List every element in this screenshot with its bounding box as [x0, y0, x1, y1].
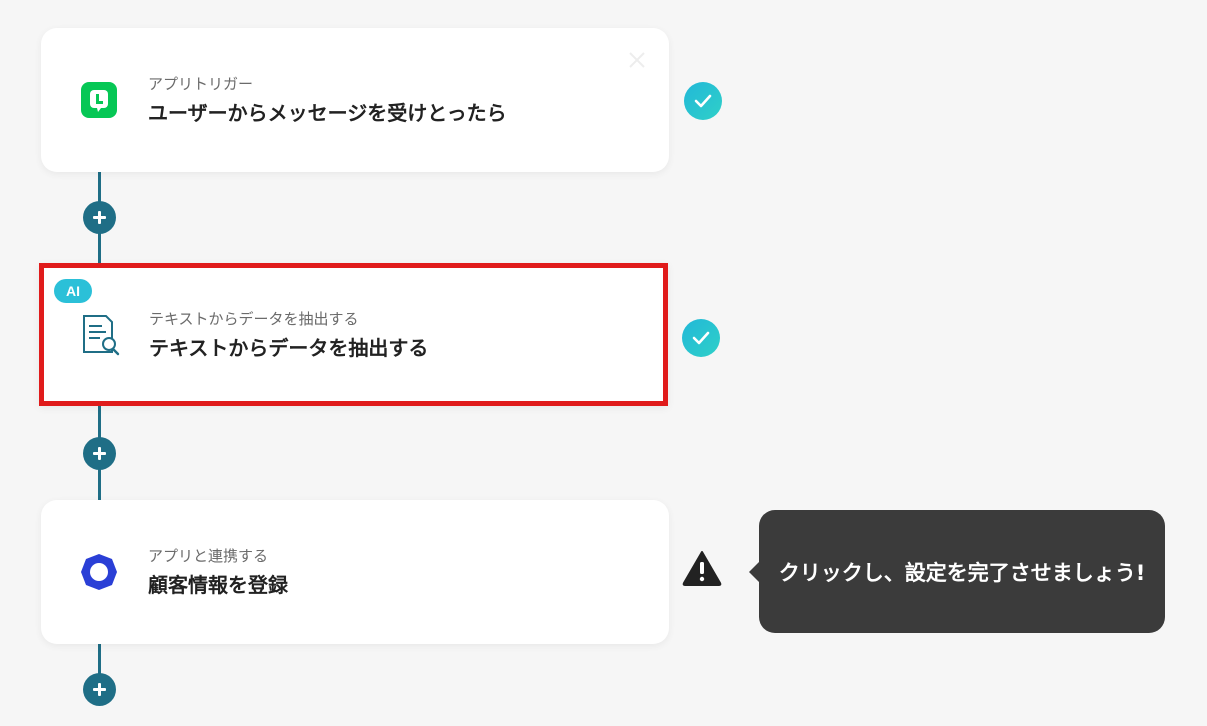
check-icon	[684, 82, 722, 120]
plus-icon	[93, 447, 106, 460]
step-card-ai-extract[interactable]: AI テキストからデータを抽出する テキストからデータを抽出する	[39, 263, 668, 406]
step-card-trigger[interactable]: アプリトリガー ユーザーからメッセージを受けとったら	[41, 28, 669, 172]
ai-badge: AI	[54, 279, 92, 303]
setup-tooltip: クリックし、設定を完了させましょう!	[759, 510, 1165, 633]
step-title: 顧客情報を登録	[148, 573, 288, 597]
check-icon	[682, 319, 720, 357]
close-icon[interactable]	[627, 50, 647, 70]
step-subtitle: テキストからデータを抽出する	[149, 310, 359, 328]
add-step-button[interactable]	[83, 201, 116, 234]
step-subtitle: アプリと連携する	[148, 547, 269, 565]
step-title: ユーザーからメッセージを受けとったら	[148, 101, 507, 125]
plus-icon	[93, 683, 106, 696]
add-step-button[interactable]	[83, 437, 116, 470]
step-subtitle: アプリトリガー	[148, 75, 254, 93]
step-title: テキストからデータを抽出する	[149, 336, 429, 360]
warning-icon	[681, 549, 723, 587]
plus-icon	[93, 211, 106, 224]
ring-app-icon	[77, 550, 121, 594]
tooltip-text: クリックし、設定を完了させましょう!	[778, 560, 1146, 585]
document-search-icon	[78, 313, 122, 357]
add-step-button[interactable]	[83, 673, 116, 706]
step-card-register-customer[interactable]: アプリと連携する 顧客情報を登録	[41, 500, 669, 644]
line-app-icon	[77, 78, 121, 122]
